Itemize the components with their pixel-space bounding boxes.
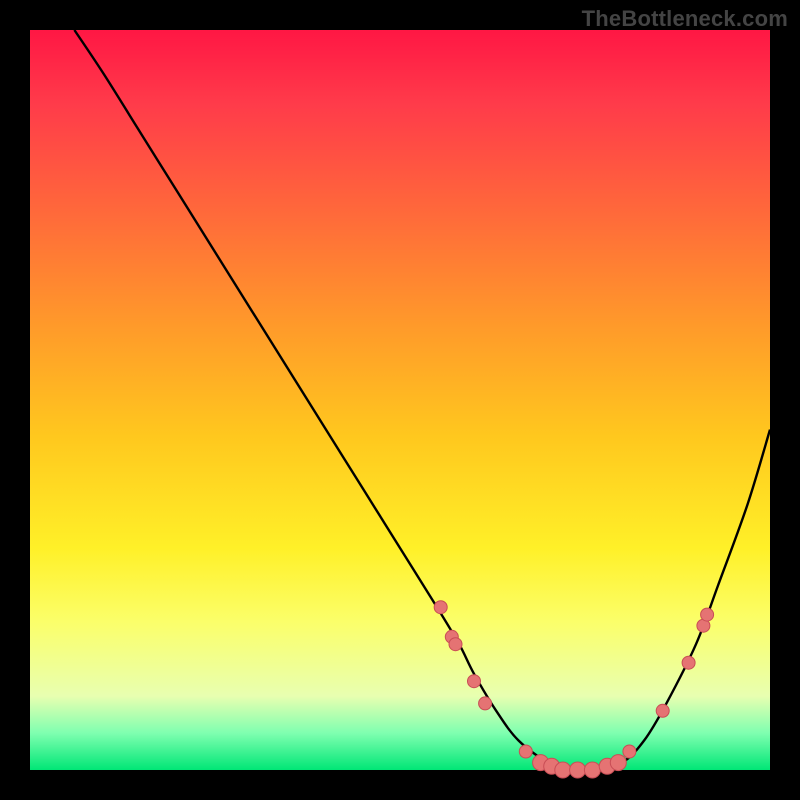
data-marker [584, 762, 600, 778]
data-marker [479, 697, 492, 710]
data-marker [701, 608, 714, 621]
data-marker [656, 704, 669, 717]
data-marker [623, 745, 636, 758]
data-marker [610, 755, 626, 771]
data-marker [449, 638, 462, 651]
chart-frame: TheBottleneck.com [0, 0, 800, 800]
data-marker [519, 745, 532, 758]
data-markers [434, 601, 713, 778]
data-marker [555, 762, 571, 778]
curve-layer [30, 30, 770, 770]
plot-area [30, 30, 770, 770]
watermark-text: TheBottleneck.com [582, 6, 788, 32]
data-marker [434, 601, 447, 614]
data-marker [682, 656, 695, 669]
data-marker [468, 675, 481, 688]
bottleneck-curve [74, 30, 770, 771]
data-marker [570, 762, 586, 778]
